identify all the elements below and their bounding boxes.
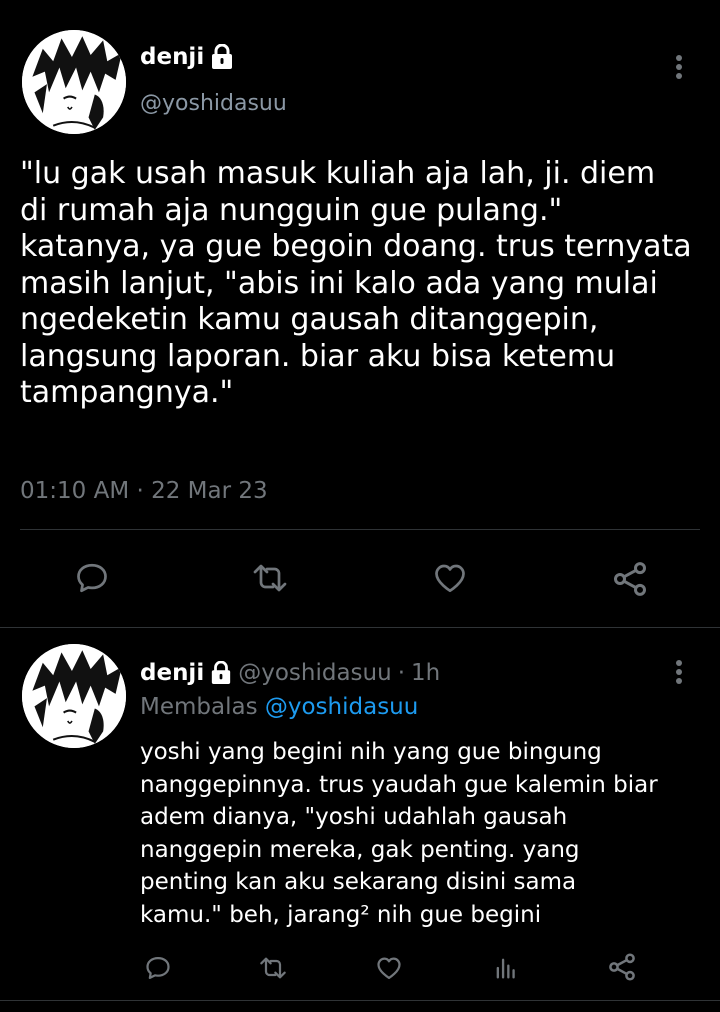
replying-to-label: Membalas [140, 694, 258, 720]
retweet-icon [253, 564, 287, 592]
share-icon [609, 953, 635, 981]
lock-icon [210, 661, 232, 685]
reply-author-handle[interactable]: @yoshidasuu [238, 660, 391, 686]
share-button[interactable] [608, 558, 652, 600]
replying-to-mention[interactable]: @yoshidasuu [265, 694, 418, 720]
share-button[interactable] [604, 950, 640, 984]
section-divider [0, 627, 720, 628]
reply-header: denji @yoshidasuu · 1h [140, 660, 440, 686]
reply-button[interactable] [70, 558, 114, 598]
more-options-icon[interactable] [675, 55, 683, 79]
lock-icon [210, 44, 234, 70]
reply-icon [146, 956, 170, 980]
retweet-button[interactable] [254, 952, 292, 984]
like-icon [435, 564, 465, 593]
like-button[interactable] [371, 952, 407, 984]
author-handle[interactable]: @yoshidasuu [140, 91, 287, 116]
reply-icon [77, 563, 107, 593]
retweet-button[interactable] [246, 558, 294, 598]
reply-text: yoshi yang begini nih yang gue bingung n… [140, 739, 658, 928]
like-icon [377, 957, 401, 980]
avatar-illustration [22, 30, 126, 134]
reply-avatar[interactable] [22, 644, 126, 748]
author-name[interactable]: denji [140, 44, 204, 70]
divider [20, 529, 700, 530]
avatar-illustration [22, 644, 126, 748]
analytics-button[interactable] [490, 952, 522, 984]
avatar[interactable] [22, 30, 126, 134]
author-name-row[interactable]: denji [140, 44, 234, 70]
analytics-icon [496, 958, 515, 979]
tweet-timestamp[interactable]: 01:10 AM · 22 Mar 23 [20, 478, 268, 504]
bottom-divider [0, 1000, 720, 1001]
separator: · [397, 660, 405, 686]
retweet-icon [260, 957, 286, 979]
reply-author-name[interactable]: denji [140, 660, 204, 686]
replying-to: Membalas @yoshidasuu [140, 694, 418, 720]
like-button[interactable] [428, 558, 472, 598]
share-icon [613, 562, 647, 596]
tweet-text: "lu gak usah masuk kuliah aja lah, ji. d… [20, 156, 692, 410]
reply-timestamp[interactable]: 1h [411, 660, 440, 686]
reply-button[interactable] [140, 952, 176, 984]
more-options-icon[interactable] [675, 660, 683, 684]
